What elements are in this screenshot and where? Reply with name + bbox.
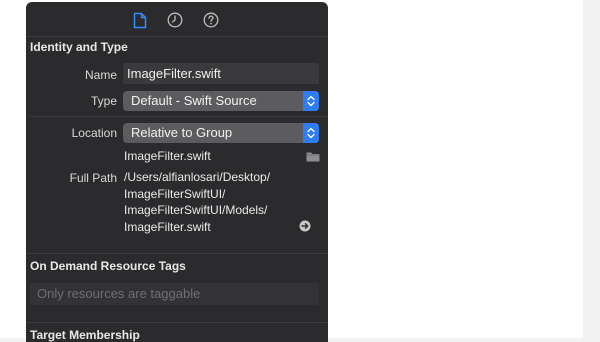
chevron-updown-icon (303, 91, 319, 111)
name-label: Name (84, 68, 117, 82)
file-inspector-panel: Identity and Type Name ImageFilter.swift… (26, 2, 328, 342)
chevron-updown-icon (303, 123, 319, 143)
full-path-value: /Users/alfianlosari/Desktop/ ImageFilter… (124, 169, 270, 235)
clock-icon (167, 12, 183, 28)
full-path-line: ImageFilterSwiftUI/Models/ (124, 203, 268, 217)
help-icon (203, 12, 219, 28)
full-path-line: ImageFilter.swift (124, 219, 211, 234)
type-popup[interactable]: Default - Swift Source (123, 91, 319, 111)
inspector-tab-bar (26, 2, 328, 37)
section-divider (26, 322, 328, 323)
history-inspector-tab[interactable] (165, 10, 185, 30)
full-path-line: ImageFilterSwiftUI/ (124, 186, 226, 201)
reveal-in-finder-icon[interactable] (299, 220, 311, 232)
name-field[interactable]: ImageFilter.swift (123, 63, 319, 84)
folder-icon[interactable] (306, 151, 320, 162)
full-path-label: Full Path (69, 171, 117, 185)
quick-help-tab[interactable] (201, 10, 221, 30)
section-divider (30, 116, 328, 117)
section-divider (26, 253, 328, 254)
resource-tags-field: Only resources are taggable (30, 283, 319, 305)
full-path-line: /Users/alfianlosari/Desktop/ (124, 170, 271, 184)
location-label: Location (71, 126, 117, 140)
type-label: Type (90, 94, 117, 108)
file-inspector-tab[interactable] (130, 10, 150, 30)
target-membership-title: Target Membership (30, 328, 140, 342)
location-popup-value: Relative to Group (131, 125, 233, 140)
document-icon (133, 12, 147, 28)
location-popup[interactable]: Relative to Group (123, 123, 319, 143)
identity-section-title: Identity and Type (30, 40, 128, 54)
file-name-text: ImageFilter.swift (124, 149, 211, 163)
type-popup-value: Default - Swift Source (131, 93, 257, 108)
on-demand-section-title: On Demand Resource Tags (30, 259, 186, 273)
